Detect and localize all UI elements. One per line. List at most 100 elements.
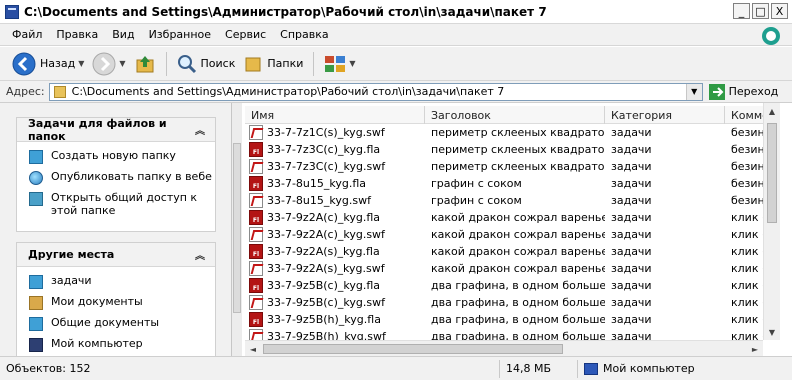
file-name[interactable]: 33-7-9z5B(h)_kyg.fla — [267, 313, 381, 326]
file-row[interactable]: 33-7-9z5B(h)_kyg.swf два графина, в одном… — [245, 328, 780, 340]
back-button[interactable]: Назад ▼ — [8, 50, 88, 78]
file-row[interactable]: 33-7-8u15_kyg.swf графин с соком задачи без… — [245, 192, 780, 209]
file-name-cell[interactable]: Fl 33-7-9z2A(c)_kyg.fla — [245, 210, 425, 225]
file-row[interactable]: Fl 33-7-7z3C(c)_kyg.fla периметр склееных … — [245, 141, 780, 158]
file-row[interactable]: Fl 33-7-9z2A(c)_kyg.fla какой дракон сожра… — [245, 209, 780, 226]
file-list-vscrollbar[interactable]: ▲ ▼ — [763, 103, 780, 340]
column-name[interactable]: Имя — [245, 106, 425, 124]
file-list: Имя Заголовок Категория Коммент 33-7-7z1… — [245, 103, 780, 340]
collapse-chevron-icon[interactable]: ︽ — [195, 122, 205, 137]
file-row[interactable]: 33-7-7z1C(s)_kyg.swf периметр склееных кв… — [245, 124, 780, 141]
place-label[interactable]: Мои документы — [51, 295, 143, 308]
file-name[interactable]: 33-7-9z2A(s)_kyg.fla — [267, 245, 380, 258]
file-tasks-header[interactable]: Задачи для файлов и папок ︽ — [17, 117, 215, 143]
forward-arrow-icon — [92, 52, 116, 75]
file-name-cell[interactable]: 33-7-7z1C(s)_kyg.swf — [245, 125, 425, 140]
file-name-cell[interactable]: 33-7-9z5B(c)_kyg.swf — [245, 295, 425, 310]
file-name-cell[interactable]: 33-7-9z5B(h)_kyg.swf — [245, 329, 425, 340]
file-name-cell[interactable]: Fl 33-7-9z5B(h)_kyg.fla — [245, 312, 425, 327]
menu-file[interactable]: Файл — [0, 28, 49, 41]
address-dropdown-icon[interactable]: ▼ — [685, 83, 702, 100]
file-row[interactable]: Fl 33-7-9z5B(h)_kyg.fla два графина, в одн… — [245, 311, 780, 328]
scroll-up-icon[interactable]: ▲ — [764, 103, 780, 119]
place-my-documents[interactable]: Мои документы — [29, 292, 215, 313]
chevron-down-icon[interactable]: ▼ — [78, 59, 84, 68]
menu-favorites[interactable]: Избранное — [142, 28, 218, 41]
scroll-right-icon[interactable]: ► — [747, 341, 763, 357]
file-name-cell[interactable]: Fl 33-7-8u15_kyg.fla — [245, 176, 425, 191]
column-title[interactable]: Заголовок — [425, 106, 605, 124]
file-row[interactable]: 33-7-9z5B(c)_kyg.swf два графина, в одном… — [245, 294, 780, 311]
file-list-hscrollbar[interactable]: ◄ ► — [245, 340, 763, 356]
file-name[interactable]: 33-7-7z1C(s)_kyg.swf — [267, 126, 385, 139]
place-zadachi[interactable]: задачи — [29, 271, 215, 292]
chevron-down-icon[interactable]: ▼ — [119, 59, 125, 68]
task-share-folder[interactable]: Открыть общий доступ к этой папке — [29, 188, 215, 220]
file-name[interactable]: 33-7-8u15_kyg.swf — [267, 194, 371, 207]
folder-icon — [29, 275, 43, 289]
place-shared-documents[interactable]: Общие документы — [29, 313, 215, 334]
folders-button[interactable]: Папки — [239, 50, 307, 78]
other-places-header[interactable]: Другие места ︽ — [17, 243, 215, 267]
scrollbar-thumb[interactable] — [233, 143, 241, 313]
close-button[interactable]: X — [771, 3, 788, 19]
up-folder-button[interactable] — [130, 50, 160, 78]
my-computer-icon — [584, 362, 598, 375]
file-row[interactable]: Fl 33-7-8u15_kyg.fla графин с соком задачи б… — [245, 175, 780, 192]
menu-view[interactable]: Вид — [105, 28, 141, 41]
file-row[interactable]: Fl 33-7-9z5B(c)_kyg.fla два графина, в одн… — [245, 277, 780, 294]
go-button[interactable]: Переход — [708, 83, 778, 100]
file-name[interactable]: 33-7-9z2A(s)_kyg.swf — [267, 262, 385, 275]
file-name[interactable]: 33-7-8u15_kyg.fla — [267, 177, 366, 190]
address-input[interactable]: C:\Documents and Settings\Администратор\… — [48, 82, 703, 101]
views-button[interactable]: ▼ — [320, 50, 359, 78]
my-documents-icon — [29, 296, 43, 310]
file-row[interactable]: 33-7-9z2A(c)_kyg.swf какой дракон сожрал … — [245, 226, 780, 243]
file-name-cell[interactable]: Fl 33-7-7z3C(c)_kyg.fla — [245, 142, 425, 157]
column-category[interactable]: Категория — [605, 106, 725, 124]
place-label[interactable]: Общие документы — [51, 316, 159, 329]
collapse-chevron-icon[interactable]: ︽ — [195, 247, 205, 262]
file-row[interactable]: 33-7-7z3C(c)_kyg.swf периметр склееных кв… — [245, 158, 780, 175]
menu-tools[interactable]: Сервис — [218, 28, 273, 41]
place-my-computer[interactable]: Мой компьютер — [29, 334, 215, 355]
file-name[interactable]: 33-7-9z2A(c)_kyg.fla — [267, 211, 380, 224]
maximize-button[interactable]: □ — [752, 3, 769, 19]
menu-help[interactable]: Справка — [273, 28, 335, 41]
minimize-button[interactable]: _ — [733, 3, 750, 19]
file-name-cell[interactable]: Fl 33-7-9z5B(c)_kyg.fla — [245, 278, 425, 293]
address-value[interactable]: C:\Documents and Settings\Администратор\… — [72, 85, 505, 98]
task-label[interactable]: Открыть общий доступ к этой папке — [51, 191, 201, 217]
file-name[interactable]: 33-7-9z2A(c)_kyg.swf — [267, 228, 385, 241]
task-label[interactable]: Создать новую папку — [51, 149, 176, 162]
task-pane-scrollbar[interactable] — [232, 103, 242, 356]
file-name-cell[interactable]: 33-7-9z2A(c)_kyg.swf — [245, 227, 425, 242]
scroll-down-icon[interactable]: ▼ — [764, 324, 780, 340]
scrollbar-thumb[interactable] — [263, 344, 563, 354]
file-name[interactable]: 33-7-7z3C(c)_kyg.fla — [267, 143, 380, 156]
place-label[interactable]: задачи — [51, 274, 92, 287]
file-name-cell[interactable]: 33-7-9z2A(s)_kyg.swf — [245, 261, 425, 276]
folders-label: Папки — [267, 57, 304, 70]
search-label: Поиск — [200, 57, 236, 70]
chevron-down-icon[interactable]: ▼ — [349, 59, 355, 68]
task-publish-web[interactable]: Опубликовать папку в вебе — [29, 167, 215, 188]
scrollbar-thumb[interactable] — [767, 123, 777, 223]
scroll-left-icon[interactable]: ◄ — [245, 341, 261, 357]
flash-swf-file-icon — [249, 329, 263, 340]
file-name[interactable]: 33-7-9z5B(h)_kyg.swf — [267, 330, 386, 340]
task-new-folder[interactable]: Создать новую папку — [29, 146, 215, 167]
task-label[interactable]: Опубликовать папку в вебе — [51, 170, 212, 183]
file-name[interactable]: 33-7-7z3C(c)_kyg.swf — [267, 160, 385, 173]
file-name-cell[interactable]: Fl 33-7-9z2A(s)_kyg.fla — [245, 244, 425, 259]
file-name[interactable]: 33-7-9z5B(c)_kyg.swf — [267, 296, 385, 309]
forward-button[interactable]: ▼ — [88, 50, 129, 78]
place-label[interactable]: Мой компьютер — [51, 337, 143, 350]
file-name-cell[interactable]: 33-7-7z3C(c)_kyg.swf — [245, 159, 425, 174]
file-name[interactable]: 33-7-9z5B(c)_kyg.fla — [267, 279, 380, 292]
file-row[interactable]: 33-7-9z2A(s)_kyg.swf какой дракон сожрал … — [245, 260, 780, 277]
menu-edit[interactable]: Правка — [49, 28, 105, 41]
search-button[interactable]: Поиск — [173, 50, 240, 78]
file-name-cell[interactable]: 33-7-8u15_kyg.swf — [245, 193, 425, 208]
file-row[interactable]: Fl 33-7-9z2A(s)_kyg.fla какой дракон сожра… — [245, 243, 780, 260]
